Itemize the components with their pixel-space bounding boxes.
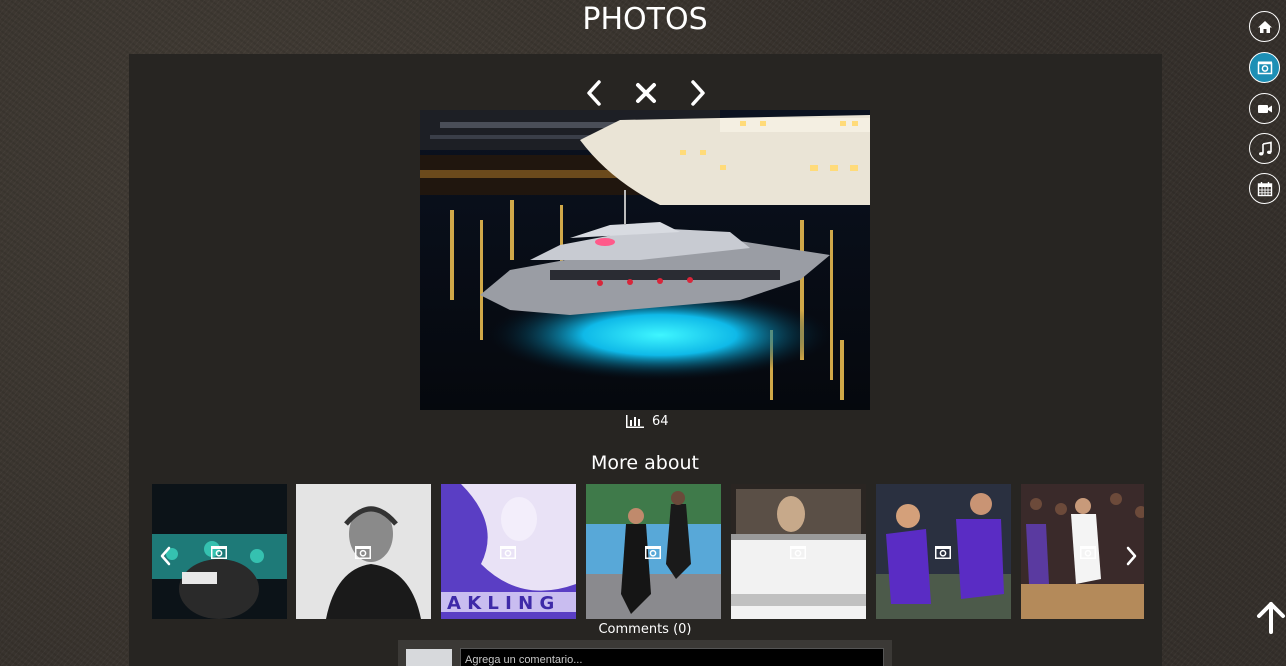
calendar-icon bbox=[1257, 181, 1272, 196]
nav-calendar-button[interactable] bbox=[1249, 173, 1280, 204]
related-carousel: A K L I N G bbox=[152, 484, 1144, 619]
thumbnail[interactable] bbox=[731, 484, 866, 619]
home-icon bbox=[1257, 20, 1272, 33]
thumbnail[interactable] bbox=[296, 484, 431, 619]
camera-icon bbox=[355, 544, 371, 563]
avatar bbox=[406, 649, 452, 666]
comment-input[interactable] bbox=[460, 648, 884, 666]
thumbnail[interactable] bbox=[876, 484, 1011, 619]
thumbnail[interactable] bbox=[586, 484, 721, 619]
nav-videos-button[interactable] bbox=[1249, 93, 1280, 124]
camera-icon bbox=[935, 544, 951, 563]
camera-icon bbox=[500, 544, 516, 563]
page-title: PHOTOS bbox=[582, 2, 708, 37]
comments-count: Comments (0) bbox=[598, 622, 692, 637]
nav-home-button[interactable] bbox=[1249, 11, 1280, 42]
view-stats: 64 bbox=[626, 414, 669, 429]
viewer-controls bbox=[580, 78, 710, 108]
music-note-icon bbox=[1258, 141, 1272, 155]
arrow-up-icon bbox=[1257, 602, 1285, 634]
carousel-prev-button[interactable] bbox=[156, 544, 176, 568]
carousel-next-button[interactable] bbox=[1121, 544, 1141, 568]
next-photo-button[interactable] bbox=[682, 78, 712, 108]
chevron-left-icon bbox=[160, 546, 171, 566]
chevron-right-icon bbox=[691, 80, 705, 106]
camera-icon bbox=[1257, 61, 1272, 74]
more-about-heading: More about bbox=[591, 452, 699, 474]
camera-icon bbox=[211, 544, 227, 563]
svg-text:A K L I N G: A K L I N G bbox=[447, 593, 554, 614]
chevron-right-icon bbox=[1126, 546, 1137, 566]
main-photo[interactable] bbox=[420, 110, 870, 410]
nav-photos-button[interactable] bbox=[1249, 52, 1280, 83]
camera-icon bbox=[1080, 544, 1096, 563]
prev-photo-button[interactable] bbox=[580, 78, 610, 108]
camera-icon bbox=[645, 544, 661, 563]
thumbnail[interactable]: A K L I N G bbox=[441, 484, 576, 619]
camera-icon bbox=[790, 544, 806, 563]
close-icon bbox=[636, 83, 656, 103]
yacht-photo bbox=[420, 110, 870, 410]
view-count: 64 bbox=[652, 414, 669, 429]
close-viewer-button[interactable] bbox=[631, 78, 661, 108]
video-camera-icon bbox=[1257, 104, 1272, 113]
nav-music-button[interactable] bbox=[1249, 133, 1280, 164]
chevron-left-icon bbox=[587, 80, 601, 106]
scroll-to-top-button[interactable] bbox=[1256, 600, 1286, 634]
bar-chart-icon bbox=[626, 415, 644, 428]
